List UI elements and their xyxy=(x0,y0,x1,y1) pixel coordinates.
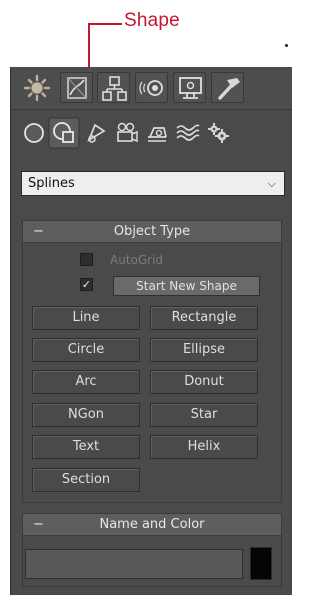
donut-button[interactable]: Donut xyxy=(150,370,258,394)
collapse-minus-icon: − xyxy=(33,224,44,239)
object-color-swatch[interactable] xyxy=(250,547,272,580)
circle-button[interactable]: Circle xyxy=(32,338,140,362)
hierarchy-tab-icon[interactable] xyxy=(97,72,130,103)
autogrid-label: AutoGrid xyxy=(110,253,164,267)
chevron-down-icon: ⌵ xyxy=(267,177,276,190)
display-tab-icon[interactable] xyxy=(173,72,206,103)
object-name-input[interactable] xyxy=(25,549,243,579)
ngon-button[interactable]: NGon xyxy=(32,403,140,427)
callout-leader-line xyxy=(88,23,122,25)
object-type-title: Object Type xyxy=(113,224,191,239)
collapse-minus-icon: − xyxy=(33,517,44,532)
name-and-color-title: Name and Color xyxy=(99,517,205,532)
modify-tab-icon[interactable] xyxy=(60,72,93,103)
star-button[interactable]: Star xyxy=(150,403,258,427)
section-button[interactable]: Section xyxy=(32,468,140,492)
systems-icon[interactable] xyxy=(205,120,231,146)
ellipse-button[interactable]: Ellipse xyxy=(150,338,258,362)
helpers-icon[interactable] xyxy=(144,120,170,146)
cameras-icon[interactable] xyxy=(114,120,140,146)
object-type-rollout-header[interactable]: − Object Type xyxy=(23,221,281,243)
start-new-shape-checkbox[interactable]: ✓ xyxy=(80,278,93,291)
space-warps-icon[interactable] xyxy=(174,120,200,146)
create-tab-icon[interactable] xyxy=(20,72,53,103)
subcategory-dropdown-value: Splines xyxy=(28,176,75,191)
lights-icon[interactable] xyxy=(83,120,109,146)
subcategory-dropdown[interactable]: Splines ⌵ xyxy=(21,171,285,196)
autogrid-checkbox[interactable] xyxy=(80,253,93,266)
rectangle-button[interactable]: Rectangle xyxy=(150,306,258,330)
utilities-tab-icon[interactable] xyxy=(211,72,244,103)
stray-mark xyxy=(285,44,288,47)
motion-tab-icon[interactable] xyxy=(135,72,168,103)
shapes-icon[interactable] xyxy=(47,116,81,150)
shape-callout-label: Shape xyxy=(124,10,180,31)
name-and-color-rollout-header[interactable]: − Name and Color xyxy=(23,514,281,536)
helix-button[interactable]: Helix xyxy=(150,435,258,459)
text-button[interactable]: Text xyxy=(32,435,140,459)
line-button[interactable]: Line xyxy=(32,306,140,330)
start-new-shape-button[interactable]: Start New Shape xyxy=(113,276,260,296)
arc-button[interactable]: Arc xyxy=(32,370,140,394)
geometry-icon[interactable] xyxy=(21,120,47,146)
create-categories xyxy=(11,111,292,151)
command-panel-tabs xyxy=(11,67,292,110)
